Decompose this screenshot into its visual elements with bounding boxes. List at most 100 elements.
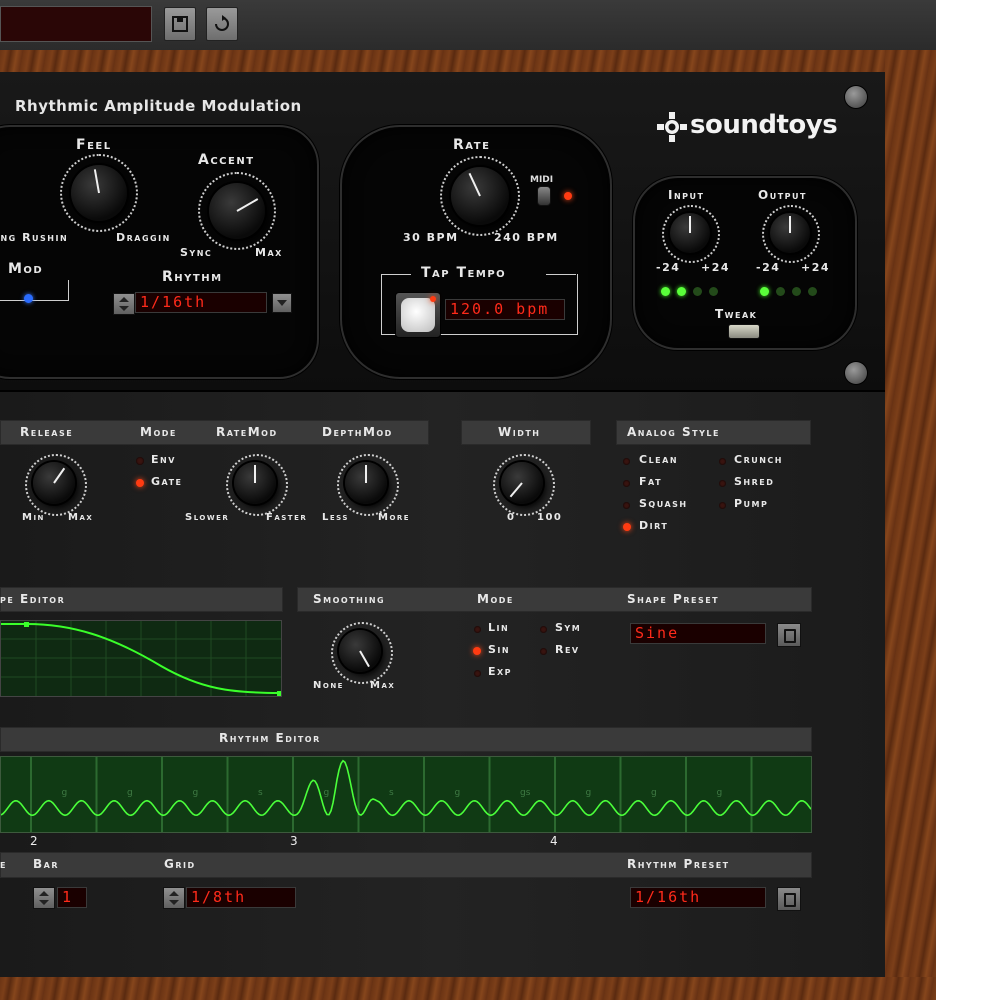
screw-icon — [845, 86, 867, 108]
rhythm-stepper[interactable] — [113, 293, 135, 315]
ratemod-knob[interactable] — [234, 462, 276, 504]
mode-gate-label: Gate — [151, 475, 183, 488]
shape-preset-display[interactable]: Sine — [630, 623, 766, 644]
rhythm-cell-letter: g — [62, 788, 68, 798]
grid-stepper[interactable] — [163, 887, 185, 909]
rhythm-marker: 3 — [290, 834, 298, 848]
input-knob[interactable] — [670, 213, 710, 253]
shape-exp-led[interactable] — [474, 670, 481, 677]
mode-label: Mode — [140, 425, 177, 439]
tap-tempo-label: Tap Tempo — [421, 265, 507, 281]
depthmod-knob[interactable] — [345, 462, 387, 504]
release-max-label: Max — [68, 512, 94, 523]
shape-rev-label: Rev — [555, 643, 580, 656]
accent-knob[interactable] — [209, 183, 265, 239]
output-knob[interactable] — [770, 213, 810, 253]
mod-led[interactable] — [24, 294, 33, 303]
tweak-button[interactable] — [728, 324, 760, 339]
analog-squash-led[interactable] — [623, 502, 630, 509]
tempo-display[interactable]: 120.0 bpm — [445, 299, 565, 320]
rhythm-cell-letter: g — [651, 788, 657, 798]
shape-sym-led[interactable] — [540, 626, 547, 633]
shape-preset-save-icon[interactable] — [777, 623, 801, 647]
analog-shred-label: Shred — [734, 475, 775, 488]
depthmod-less-label: Less — [322, 512, 349, 523]
feel-knob[interactable] — [71, 165, 127, 221]
rate-label: Rate — [453, 137, 491, 153]
rate-knob[interactable] — [451, 167, 509, 225]
bar-display[interactable]: 1 — [57, 887, 87, 908]
input-meter-led — [677, 287, 686, 296]
rhythm-editor-header — [0, 727, 812, 752]
shape-exp-label: Exp — [488, 665, 513, 678]
input-label: Input — [668, 188, 705, 202]
ratemod-label: RateMod — [216, 425, 278, 439]
bar-stepper[interactable] — [33, 887, 55, 909]
save-icon[interactable] — [164, 7, 196, 41]
analog-fat-led[interactable] — [623, 480, 630, 487]
feel-right-label: Draggin — [116, 231, 171, 244]
rhythm-display[interactable]: 1/16th — [135, 292, 267, 313]
analog-clean-led[interactable] — [623, 458, 630, 465]
grid-display[interactable]: 1/8th — [186, 887, 296, 908]
mode-env-label: Env — [151, 453, 176, 466]
width-max-label: 100 — [537, 512, 563, 523]
analog-dirt-label: Dirt — [639, 519, 669, 532]
host-toolbar — [0, 0, 936, 51]
shape-lin-led[interactable] — [474, 626, 481, 633]
midi-label: MIDI — [530, 175, 554, 185]
width-knob[interactable] — [501, 462, 543, 504]
smoothing-knob[interactable] — [339, 630, 381, 672]
rhythm-cell-letter: g — [324, 788, 330, 798]
bracket-top-right — [546, 274, 576, 275]
shape-editor-graph[interactable] — [0, 620, 282, 697]
analog-crunch-led[interactable] — [719, 458, 726, 465]
mod-bracket — [0, 280, 69, 301]
rhythm-cell-letter: gs — [520, 788, 531, 798]
mode-env-led[interactable] — [136, 457, 144, 465]
release-knob[interactable] — [33, 462, 75, 504]
rhythm-editor-grid[interactable]: g g g s g s g gs g g g — [0, 756, 818, 833]
analog-dirt-led[interactable] — [623, 523, 631, 531]
accent-left-label: Sync — [180, 246, 213, 259]
input-min-label: -24 — [656, 261, 681, 274]
rhythm-cell-letter: g — [193, 788, 199, 798]
brand-name: soundtoys — [690, 110, 838, 140]
rhythm-waveform: g g g s g s g gs g g g — [0, 757, 818, 832]
reset-icon[interactable] — [206, 7, 238, 41]
rhythm-preset-save-icon[interactable] — [777, 887, 801, 911]
tap-tempo-button[interactable] — [395, 292, 441, 338]
shape-sym-label: Sym — [555, 621, 582, 634]
screw-icon — [845, 362, 867, 384]
input-meter-led — [693, 287, 702, 296]
wood-right — [885, 50, 936, 1000]
rhythm-editor-label: Rhythm Editor — [219, 731, 321, 745]
preset-display[interactable] — [0, 6, 152, 42]
release-label: Release — [20, 425, 74, 439]
rhythm-dropdown-icon[interactable] — [272, 293, 292, 313]
rhythm-preset-display[interactable]: 1/16th — [630, 887, 766, 908]
plugin-title: Rhythmic Amplitude Modulation — [15, 97, 302, 115]
mode-gate-led[interactable] — [136, 479, 144, 487]
shape-curve — [1, 621, 282, 696]
rhythm-preset-label: Rhythm Preset — [627, 857, 730, 871]
rhythm-cell-letter: g — [455, 788, 461, 798]
midi-toggle[interactable] — [537, 186, 551, 206]
smoothing-none-label: None — [313, 680, 344, 691]
rhythm-marker: 4 — [550, 834, 558, 848]
tweak-label: Tweak — [715, 307, 758, 321]
accent-right-label: Max — [255, 246, 283, 259]
wood-top — [0, 50, 936, 72]
analog-shred-led[interactable] — [719, 480, 726, 487]
rhythm-cell-letter: g — [717, 788, 723, 798]
rhythm-marker: 2 — [30, 834, 38, 848]
depthmod-more-label: More — [378, 512, 411, 523]
shape-rev-led[interactable] — [540, 648, 547, 655]
ratemod-faster-label: Faster — [266, 512, 308, 523]
feel-left-label: ing Rushin — [0, 231, 69, 244]
rhythm-label: Rhythm — [162, 269, 223, 285]
shape-sin-led[interactable] — [473, 647, 481, 655]
analog-pump-led[interactable] — [719, 502, 726, 509]
analog-pump-label: Pump — [734, 497, 769, 510]
output-label: Output — [758, 188, 807, 202]
